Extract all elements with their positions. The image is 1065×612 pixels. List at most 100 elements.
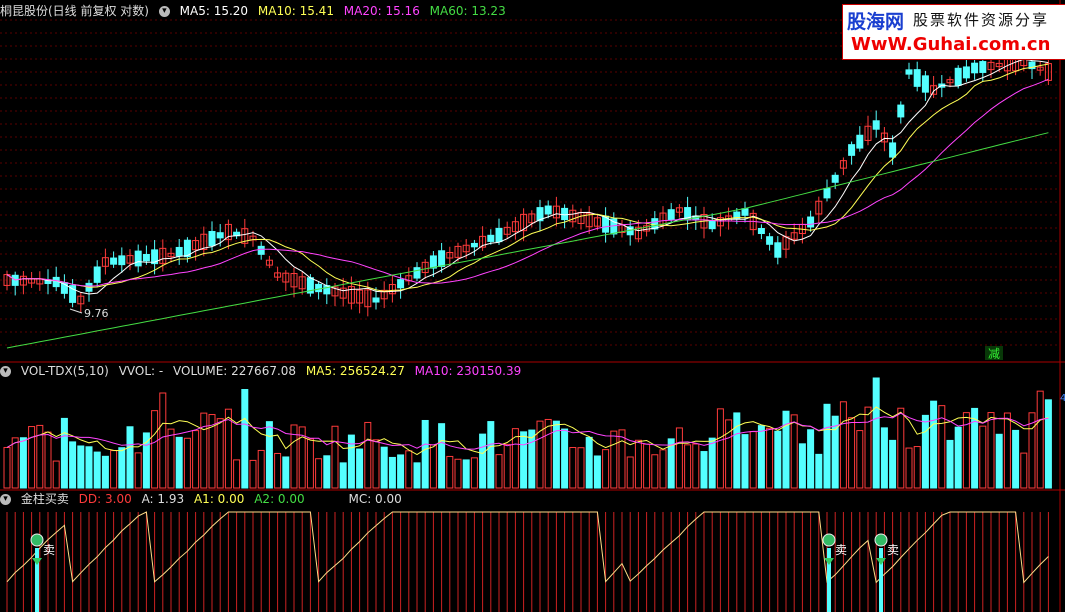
- candle-body: [134, 250, 142, 267]
- volume-axis-mark: 4: [1060, 393, 1065, 404]
- volume-bar: [339, 462, 347, 489]
- ma10-value: MA10: 15.41: [257, 4, 334, 18]
- candle-body: [175, 246, 183, 257]
- candle-body: [962, 66, 970, 79]
- candle-body: [208, 231, 216, 247]
- volume-bar: [897, 407, 905, 489]
- volume-bar: [520, 431, 528, 489]
- signal-indicator-name[interactable]: 金柱买卖: [21, 492, 69, 506]
- candle-body: [807, 216, 815, 228]
- volume-bar: [167, 428, 175, 489]
- volume-bar: [85, 446, 93, 489]
- volume-bar: [749, 431, 757, 489]
- volume-bar: [815, 453, 823, 489]
- candle-body: [831, 174, 839, 183]
- volume-bar: [405, 450, 413, 489]
- volume-bar: [561, 428, 569, 489]
- volume-bar: [470, 457, 478, 489]
- volume-bar: [700, 451, 708, 489]
- volume-bar: [347, 434, 355, 489]
- candle-body: [872, 120, 880, 130]
- sell-markers: 卖卖卖: [30, 533, 899, 612]
- volume-bar: [479, 433, 487, 489]
- ma5-value: MA5: 15.20: [179, 4, 249, 18]
- candle-body: [495, 227, 503, 243]
- price-grid: [0, 19, 1060, 346]
- volume-bar: [864, 406, 872, 489]
- volume-bar: [839, 401, 847, 489]
- volume-bar: [995, 433, 1003, 489]
- volume-bar: [306, 438, 314, 489]
- watermark-brand: 股海网: [847, 11, 905, 33]
- candle-body: [741, 208, 749, 216]
- sell-signal-bar: [879, 548, 883, 612]
- volume-bar: [880, 427, 888, 489]
- sell-marker-icon: [874, 533, 888, 547]
- volume-bar: [725, 419, 733, 489]
- dropdown-icon[interactable]: ▾: [158, 6, 170, 17]
- volume-bar: [577, 447, 585, 489]
- volume-bar: [741, 434, 749, 489]
- volume-bar: [421, 419, 429, 489]
- volume-bar: [610, 430, 618, 489]
- ma60-value: MA60: 13.23: [429, 4, 506, 18]
- candle-body: [429, 255, 437, 269]
- signal-bars: [6, 512, 1049, 612]
- volume-bar: [930, 400, 938, 489]
- dropdown-icon[interactable]: ▾: [0, 494, 11, 505]
- volume-bar: [643, 443, 651, 489]
- volume-bar: [872, 377, 880, 489]
- volume-bar: [101, 455, 109, 489]
- signal-header: ▾ 金柱买卖 DD: 3.00 A: 1.93 A1: 0.00 A2: 0.0…: [0, 490, 408, 508]
- a-value: A: 1.93: [141, 492, 185, 506]
- volume-bar: [413, 462, 421, 489]
- volume-bar: [774, 430, 782, 489]
- volume-bar: [257, 449, 265, 489]
- volume-bar: [766, 427, 774, 489]
- volume-bar: [733, 412, 741, 489]
- volume-bar: [946, 439, 954, 489]
- low-price-label: 9.76: [84, 307, 109, 320]
- chart-canvas: 卖 卖 卖 9.76 减 4: [0, 0, 1065, 612]
- volume-bar: [528, 429, 536, 489]
- volume-bar: [200, 412, 208, 489]
- volume-bar: [618, 429, 626, 489]
- volume-bar: [429, 444, 437, 489]
- volume-header: ▾ VOL-TDX(5,10) VVOL: - VOLUME: 227667.0…: [0, 362, 527, 380]
- volume-bar: [692, 443, 700, 489]
- volume-bar: [44, 431, 52, 489]
- moving-average-lines: [6, 58, 1049, 349]
- price-header: 桐昆股份(日线 前复权 对数) ▾ MA5: 15.20 MA10: 15.41…: [0, 2, 512, 20]
- watermark: 股海网 股票软件资源分享 WwW.Guhai.com.cn: [842, 4, 1065, 60]
- volume-bar: [921, 414, 929, 489]
- volume-bar: [183, 437, 191, 489]
- volume-ma5-value: MA5: 256524.27: [305, 364, 405, 378]
- volume-bar: [241, 389, 249, 489]
- volume-bar: [593, 455, 601, 489]
- volume-bar: [11, 437, 19, 489]
- volume-bar: [487, 421, 495, 489]
- a2-value: A2: 0.00: [254, 492, 305, 506]
- volume-value: VOLUME: 227667.08: [173, 364, 297, 378]
- candle-body: [438, 250, 446, 267]
- volume-bar: [175, 436, 183, 489]
- candle-body: [667, 209, 675, 221]
- candle-body: [979, 61, 987, 73]
- volume-bar: [28, 426, 36, 489]
- candle-body: [971, 62, 979, 74]
- watermark-slogan: 股票软件资源分享: [913, 11, 1050, 29]
- volume-bar: [77, 445, 85, 489]
- volume-bar: [905, 447, 913, 489]
- stock-title[interactable]: 桐昆股份(日线 前复权 对数): [0, 4, 149, 18]
- candle-body: [216, 232, 224, 239]
- volume-bar: [356, 448, 364, 489]
- volume-bar: [684, 444, 692, 489]
- volume-bar: [511, 428, 519, 489]
- volume-bar: [757, 425, 765, 489]
- volume-bar: [274, 452, 282, 489]
- volume-indicator-name[interactable]: VOL-TDX(5,10): [21, 364, 109, 378]
- dropdown-icon[interactable]: ▾: [0, 366, 11, 377]
- volume-bar: [216, 418, 224, 489]
- volume-bar: [602, 449, 610, 489]
- a1-value: A1: 0.00: [193, 492, 245, 506]
